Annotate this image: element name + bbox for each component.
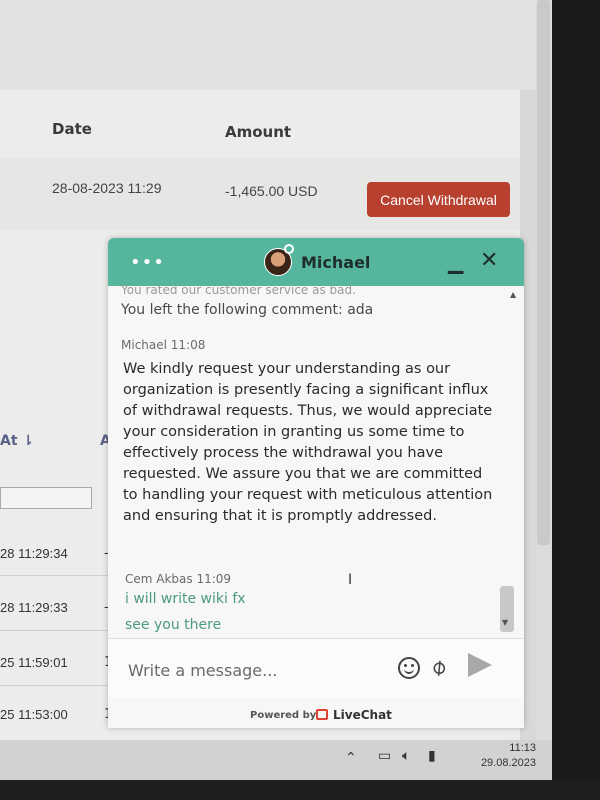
- message-input[interactable]: [128, 657, 378, 683]
- livechat-brand-link[interactable]: LiveChat: [333, 708, 392, 722]
- menu-icon[interactable]: •••: [130, 252, 165, 273]
- chevron-up-icon[interactable]: ⌃: [345, 750, 357, 766]
- attach-icon[interactable]: ⌀: [426, 654, 452, 682]
- powered-by-label: Powered by: [250, 710, 317, 721]
- online-status-icon: [284, 244, 294, 254]
- volume-icon[interactable]: 🔈︎: [402, 748, 410, 764]
- network-icon[interactable]: ▭: [378, 748, 391, 764]
- rating-notice: You rated our customer service as bad.: [121, 283, 356, 297]
- page-top-area: [0, 0, 552, 90]
- text-cursor-icon: I: [348, 572, 353, 588]
- message-composer: ⌀: [108, 638, 524, 698]
- withdrawal-date: 28-08-2023 11:29: [52, 180, 162, 196]
- date-column-header: Date: [52, 120, 92, 138]
- table-row: 28 11:29:33: [0, 600, 68, 615]
- scroll-down-icon[interactable]: ▼: [502, 618, 508, 627]
- table-row: 28 11:29:34: [0, 546, 68, 561]
- laptop-bezel: [552, 0, 600, 800]
- message-list[interactable]: You rated our customer service as bad. Y…: [108, 283, 524, 638]
- user-message: i will write wiki fx: [125, 591, 246, 607]
- amount-column-header: Amount: [225, 123, 292, 141]
- table-row: 25 11:53:00: [0, 707, 68, 722]
- chat-header: ••• Michael ▁ ✕: [108, 238, 524, 286]
- taskbar: ⌃ ▭ 🔈︎ ▮ 11:13 29.08.2023: [0, 740, 552, 780]
- row-divider: [0, 575, 110, 576]
- row-divider: [0, 630, 110, 631]
- send-icon[interactable]: [468, 653, 492, 677]
- minimize-icon[interactable]: ▁: [448, 250, 463, 274]
- scroll-up-icon[interactable]: ▲: [510, 290, 516, 299]
- row-divider: [0, 685, 110, 686]
- user-message-meta: Cem Akbas 11:09: [125, 572, 232, 586]
- filter-input[interactable]: [0, 487, 92, 509]
- page-scrollbar-thumb[interactable]: [537, 0, 550, 545]
- screen: Date Amount 28-08-2023 11:29 -1,465.00 U…: [0, 0, 552, 740]
- cancel-withdrawal-button[interactable]: Cancel Withdrawal: [367, 182, 510, 217]
- chat-footer: Powered by LiveChat: [108, 698, 524, 728]
- close-icon[interactable]: ✕: [480, 248, 498, 273]
- laptop-bezel-bottom: [0, 780, 600, 800]
- agent-message-meta: Michael 11:08: [121, 338, 206, 352]
- sort-column-header[interactable]: At ⇂: [0, 433, 34, 449]
- agent-message: We kindly request your understanding as …: [123, 361, 493, 524]
- user-message: see you there: [125, 617, 222, 633]
- comment-notice: You left the following comment: ada: [121, 302, 374, 318]
- emoji-icon[interactable]: [398, 657, 420, 679]
- livechat-logo-icon: [316, 709, 328, 720]
- livechat-window: ••• Michael ▁ ✕ You rated our customer s…: [108, 238, 524, 728]
- battery-icon[interactable]: ▮: [428, 748, 436, 764]
- clock-time[interactable]: 11:13: [486, 742, 536, 754]
- agent-name: Michael: [301, 253, 371, 272]
- clock-date[interactable]: 29.08.2023: [458, 757, 536, 769]
- table-row: 25 11:59:01: [0, 655, 68, 670]
- withdrawal-amount: -1,465.00 USD: [225, 183, 318, 199]
